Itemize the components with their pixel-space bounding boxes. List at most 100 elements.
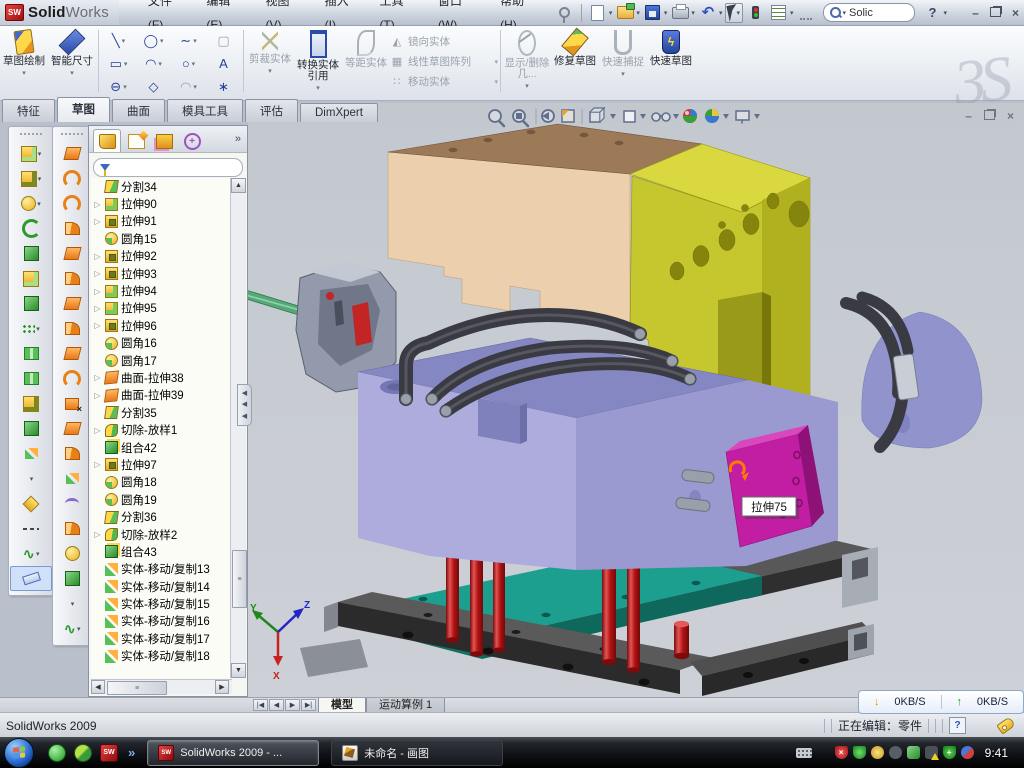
tree-item[interactable]: ▷切除-放样1 — [91, 421, 231, 438]
panel-tab-dimxpertmanager[interactable]: + — [179, 130, 205, 152]
repair-sketch-button[interactable]: 修复草图 — [551, 26, 599, 90]
dropdown-arrow-icon[interactable]: ▾ — [193, 83, 197, 91]
sketch-text-tool[interactable]: A — [206, 52, 241, 75]
tree-item[interactable]: 实体-移动/复制14 — [91, 578, 231, 595]
dropdown-arrow-icon[interactable]: ▾ — [38, 175, 42, 183]
line-tool[interactable]: ╲▾ — [101, 29, 136, 52]
tab-草图[interactable]: 草图 — [57, 97, 110, 122]
mirror-button[interactable] — [11, 366, 51, 391]
restore-button[interactable] — [987, 6, 1004, 20]
dropdown-arrow-icon[interactable]: ▾ — [122, 37, 126, 45]
arc-tool[interactable]: ◠▾ — [136, 52, 171, 75]
spline-tool[interactable]: ∼▾ — [171, 29, 206, 52]
tree-vertical-scrollbar[interactable]: ▲ ≡ ▼ — [230, 178, 246, 678]
keyboard-layout-icon[interactable] — [796, 748, 812, 758]
linear-pattern-button[interactable]: ▾ — [11, 316, 51, 341]
help-button[interactable]: ? — [922, 3, 942, 23]
reference-plane-button[interactable] — [11, 491, 51, 516]
shell-button[interactable] — [11, 391, 51, 416]
save-icon[interactable] — [643, 3, 663, 23]
tree-item[interactable]: 分割36 — [91, 508, 231, 525]
tree-horizontal-scrollbar[interactable]: ◀ ≡ ▶ — [91, 679, 232, 694]
start-button[interactable] — [4, 738, 34, 768]
volume-icon[interactable] — [889, 746, 902, 759]
surface-fillet-button[interactable] — [55, 541, 89, 566]
expand-arrow-icon[interactable]: ▷ — [93, 391, 102, 400]
helix-curve-button[interactable]: ∿▾ — [11, 541, 51, 566]
view-orientation-icon[interactable] — [590, 108, 616, 122]
expand-arrow-icon[interactable]: ▷ — [93, 460, 102, 469]
open-icon[interactable] — [615, 3, 635, 23]
scroll-thumb-h[interactable]: ≡ — [107, 681, 167, 695]
undo-icon[interactable]: ↶ — [698, 3, 718, 23]
radiate-surface-button[interactable] — [55, 366, 89, 391]
slot-tool[interactable]: ⊖▾ — [101, 75, 136, 98]
tree-item[interactable]: 组合42 — [91, 439, 231, 456]
lofted-boss-button[interactable] — [11, 266, 51, 291]
surface-curve-button[interactable]: ∿▾ — [55, 616, 89, 641]
traffic-light-icon[interactable] — [746, 3, 766, 23]
sync-icon[interactable] — [907, 746, 920, 759]
task-button-solidworks[interactable]: SWSolidWorks 2009 - ... — [147, 740, 319, 766]
tab-特征[interactable]: 特征 — [2, 99, 55, 122]
doc-tab-运动算例 1[interactable]: 运动算例 1 — [366, 698, 445, 713]
dropdown-arrow-icon[interactable]: ▾ — [22, 69, 26, 77]
dropdown-arrow-icon[interactable]: ▾ — [36, 325, 40, 333]
expand-arrow-icon[interactable]: ▷ — [93, 252, 102, 261]
graphics-viewport[interactable]: 拉伸75 Y Z X — [248, 103, 1024, 697]
messenger-icon[interactable] — [48, 744, 66, 762]
ellipse-tool[interactable]: ○▾ — [171, 52, 206, 75]
tree-item[interactable]: 圆角17 — [91, 352, 231, 369]
tab-DimXpert[interactable]: DimXpert — [300, 103, 378, 122]
expand-arrow-icon[interactable]: ▷ — [93, 269, 102, 278]
swept-boss-button[interactable] — [11, 216, 51, 241]
scroll-right-button[interactable]: ▶ — [215, 680, 229, 694]
rectangle-tool[interactable]: ▭▾ — [101, 52, 136, 75]
tree-item[interactable]: 圆角18 — [91, 474, 231, 491]
dropdown-arrow-icon[interactable]: ▾ — [268, 67, 272, 75]
dropdown-arrow-icon[interactable]: ▾ — [38, 150, 42, 158]
tab-模具工具[interactable]: 模具工具 — [167, 99, 243, 122]
tree-item[interactable]: 圆角15 — [91, 230, 231, 247]
security-green-icon[interactable] — [853, 746, 866, 759]
expand-arrow-icon[interactable]: ▷ — [93, 200, 102, 209]
tree-item[interactable]: 实体-移动/复制13 — [91, 561, 231, 578]
dropdown-arrow-icon[interactable]: ▾ — [494, 78, 498, 86]
scroll-thumb[interactable]: ≡ — [232, 550, 247, 608]
tree-item[interactable]: 分割34 — [91, 178, 231, 195]
tree-item[interactable]: 组合43 — [91, 543, 231, 560]
zoom-to-area-icon[interactable] — [513, 110, 528, 126]
print-icon[interactable] — [670, 3, 690, 23]
dropdown-arrow-icon[interactable]: ▾ — [621, 70, 625, 78]
ruled-surface-button[interactable] — [55, 516, 89, 541]
minimize-button[interactable]: – — [967, 6, 984, 20]
lofted-surface-button[interactable] — [55, 191, 89, 216]
tree-item[interactable]: ▷拉伸91 — [91, 213, 231, 230]
network-warning-icon[interactable] — [925, 746, 938, 759]
combine-button[interactable] — [11, 416, 51, 441]
tree-item[interactable]: ▷拉伸92 — [91, 248, 231, 265]
expand-arrow-icon[interactable]: ▷ — [93, 304, 102, 313]
dropdown-arrow-icon[interactable]: ▾ — [123, 83, 127, 91]
viewport-restore-button[interactable] — [984, 109, 995, 123]
viewport-minimize-button[interactable]: – — [965, 109, 972, 123]
reference-point-button[interactable]: ▾ — [11, 466, 51, 491]
dropdown-arrow-icon[interactable]: ▾ — [70, 69, 74, 77]
edit-appearance-icon[interactable] — [683, 109, 697, 123]
scroll-left-button[interactable]: ◀ — [91, 680, 105, 694]
move-copy-body-button[interactable] — [11, 441, 51, 466]
expand-arrow-icon[interactable]: ▷ — [93, 321, 102, 330]
nav-previous-button[interactable]: ◀ — [269, 699, 284, 711]
new-document-icon[interactable] — [588, 3, 608, 23]
quick-tips-button[interactable]: ? — [949, 717, 966, 734]
options-list-icon[interactable] — [769, 3, 789, 23]
tree-item[interactable]: ▷拉伸96 — [91, 317, 231, 334]
panel-tab-featuremanager[interactable] — [93, 129, 121, 152]
tree-item[interactable]: ▷切除-放样2 — [91, 526, 231, 543]
dome-button[interactable] — [55, 566, 89, 591]
filled-surface-button[interactable] — [55, 241, 89, 266]
offset-surface-button[interactable] — [55, 266, 89, 291]
badge-icon[interactable] — [871, 746, 884, 759]
panel-tab-configurationmanager[interactable] — [151, 130, 177, 152]
smart-dimension-button[interactable]: 智能尺寸▾ — [48, 26, 96, 77]
